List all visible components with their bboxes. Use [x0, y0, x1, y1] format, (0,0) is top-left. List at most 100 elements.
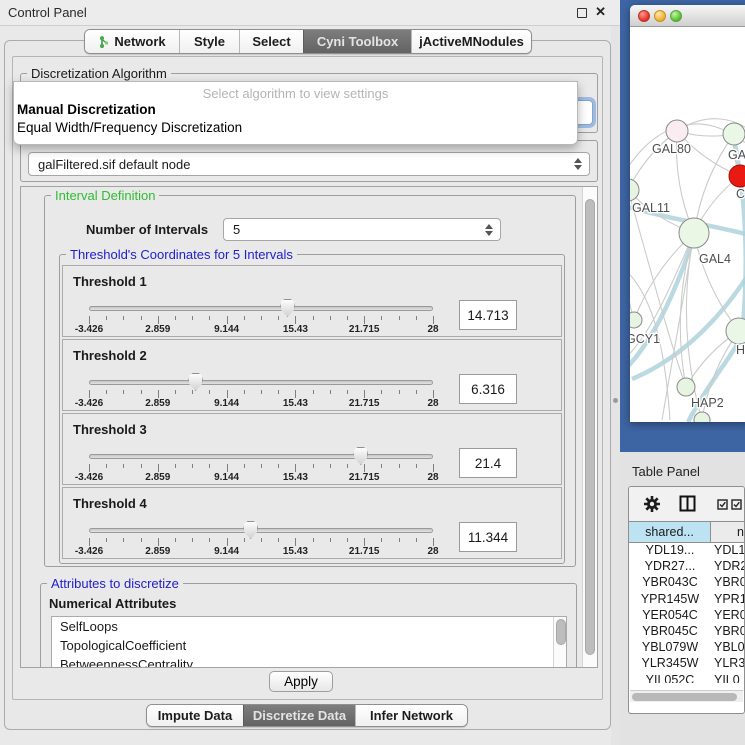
- gear-icon[interactable]: [643, 495, 661, 513]
- table-row[interactable]: YLR345WYLR3: [629, 656, 745, 672]
- attributes-list[interactable]: SelfLoopsTopologicalCoefficientBetweenne…: [51, 616, 567, 668]
- attribute-list-item[interactable]: TopologicalCoefficient: [52, 636, 566, 655]
- cell-name[interactable]: YBR0: [711, 624, 745, 640]
- threshold-panel-1: Threshold 1-3.4262.8599.14415.4321.71528…: [62, 265, 562, 337]
- table-horizontal-scrollbar[interactable]: [630, 690, 743, 702]
- split-pane-divider[interactable]: [611, 26, 620, 745]
- attribute-list-item[interactable]: BetweennessCentrality: [52, 655, 566, 668]
- slider-track[interactable]: [89, 454, 433, 459]
- scrollbar-thumb[interactable]: [585, 199, 595, 655]
- table-row[interactable]: YBR043CYBR0: [629, 575, 745, 591]
- tab-label: Cyni Toolbox: [317, 34, 398, 49]
- float-window-icon[interactable]: [577, 8, 587, 18]
- network-canvas[interactable]: GAL80GACGAL11GAL4GCY1HHAP2: [630, 27, 745, 422]
- attributes-scrollbar[interactable]: [553, 617, 566, 668]
- minimize-traffic-icon[interactable]: [654, 10, 666, 22]
- slider-thumb[interactable]: [243, 521, 258, 539]
- node-hap2[interactable]: [677, 378, 695, 396]
- slider-tick: [158, 464, 159, 472]
- column-header-name[interactable]: n: [711, 521, 745, 543]
- table-row[interactable]: YDL19...YDL1: [629, 543, 745, 559]
- slider-tick: [244, 538, 245, 542]
- tab-select[interactable]: Select: [239, 30, 303, 53]
- algorithm-option[interactable]: Manual Discretization: [14, 101, 577, 119]
- column-layout-icon[interactable]: [679, 495, 696, 512]
- tab-cyni-toolbox[interactable]: Cyni Toolbox: [303, 30, 411, 53]
- node-bottom[interactable]: [694, 412, 710, 422]
- table-row[interactable]: YIL052CYIL0: [629, 673, 745, 684]
- tab-network[interactable]: Network: [85, 30, 179, 53]
- tab-impute-data[interactable]: Impute Data: [147, 705, 243, 726]
- scrollbar-thumb[interactable]: [556, 619, 566, 645]
- cell-name[interactable]: YDR2: [711, 559, 745, 575]
- slider-thumb[interactable]: [280, 299, 295, 317]
- network-window-titlebar[interactable]: [630, 5, 745, 27]
- tab-style[interactable]: Style: [179, 30, 239, 53]
- table-row[interactable]: YDR27...YDR2: [629, 559, 745, 575]
- tab-label: jActiveMNodules: [419, 34, 524, 49]
- checkbox-checked-icon[interactable]: [731, 499, 742, 510]
- threshold-value-field[interactable]: 14.713: [459, 300, 517, 330]
- column-header-shared-name[interactable]: shared...: [629, 521, 711, 543]
- cell-shared-name[interactable]: YBR043C: [629, 575, 711, 591]
- cell-name[interactable]: YBR0: [711, 575, 745, 591]
- algorithm-option[interactable]: Equal Width/Frequency Discretization: [14, 119, 577, 137]
- node-gal4[interactable]: [679, 218, 709, 248]
- zoom-traffic-icon[interactable]: [670, 10, 682, 22]
- cell-name[interactable]: YER0: [711, 608, 745, 624]
- close-traffic-icon[interactable]: [638, 10, 650, 22]
- table-row[interactable]: YBL079WYBL0: [629, 640, 745, 656]
- cell-name[interactable]: YIL0: [711, 673, 745, 684]
- tab-discretize-data[interactable]: Discretize Data: [243, 705, 355, 726]
- tab-infer-network[interactable]: Infer Network: [355, 705, 467, 726]
- cell-shared-name[interactable]: YPR145W: [629, 592, 711, 608]
- node-gal80[interactable]: [666, 120, 688, 142]
- node-gcy1[interactable]: [630, 312, 642, 328]
- slider-thumb[interactable]: [188, 373, 203, 391]
- num-intervals-combo[interactable]: 5: [223, 218, 501, 241]
- cell-name[interactable]: YPR1: [711, 592, 745, 608]
- node-gal11[interactable]: [630, 179, 639, 201]
- slider-tick: [106, 316, 107, 320]
- threshold-value-field[interactable]: 6.316: [459, 374, 517, 404]
- slider-track[interactable]: [89, 380, 433, 385]
- slider-tick: [158, 316, 159, 324]
- cell-shared-name[interactable]: YLR345W: [629, 656, 711, 672]
- cell-shared-name[interactable]: YDR27...: [629, 559, 711, 575]
- node-top-right[interactable]: [723, 123, 745, 145]
- checkbox-checked-icon[interactable]: [717, 499, 728, 510]
- slider-track[interactable]: [89, 306, 433, 311]
- slider-track[interactable]: [89, 528, 433, 533]
- algorithm-placeholder: Select algorithm to view settings: [14, 82, 577, 101]
- cell-shared-name[interactable]: YDL19...: [629, 543, 711, 559]
- cell-shared-name[interactable]: YBR045C: [629, 624, 711, 640]
- slider-tick-label: 28: [403, 546, 463, 557]
- slider-tick: [106, 538, 107, 542]
- close-icon[interactable]: ✕: [595, 4, 606, 20]
- network-window[interactable]: GAL80GACGAL11GAL4GCY1HHAP2: [630, 5, 745, 422]
- scrollbar-thumb[interactable]: [632, 693, 737, 701]
- node-label-gcy1: GCY1: [630, 332, 660, 346]
- slider-tick-label: -3.426: [59, 398, 119, 409]
- cell-shared-name[interactable]: YER054C: [629, 608, 711, 624]
- cell-name[interactable]: YBL0: [711, 640, 745, 656]
- table-data-combo[interactable]: galFiltered.sif default node: [28, 152, 590, 176]
- table-row[interactable]: YPR145WYPR1: [629, 592, 745, 608]
- slider-thumb[interactable]: [353, 447, 368, 465]
- slider-tick: [192, 538, 193, 542]
- settings-vertical-scrollbar[interactable]: [582, 187, 597, 667]
- threshold-panel-3: Threshold 3-3.4262.8599.14415.4321.71528…: [62, 413, 562, 485]
- cell-name[interactable]: YDL1: [711, 543, 745, 559]
- slider-tick-label: 9.144: [197, 546, 257, 557]
- threshold-value-field[interactable]: 11.344: [459, 522, 517, 552]
- cell-name[interactable]: YLR3: [711, 656, 745, 672]
- cell-shared-name[interactable]: YIL052C: [629, 673, 711, 684]
- node-h[interactable]: [726, 318, 745, 344]
- threshold-value-field[interactable]: 21.4: [459, 448, 517, 478]
- table-row[interactable]: YER054CYER0: [629, 608, 745, 624]
- apply-button[interactable]: Apply: [269, 671, 333, 692]
- cell-shared-name[interactable]: YBL079W: [629, 640, 711, 656]
- table-row[interactable]: YBR045CYBR0: [629, 624, 745, 640]
- tab-jactivemnodules[interactable]: jActiveMNodules: [411, 30, 531, 53]
- attribute-list-item[interactable]: SelfLoops: [52, 617, 566, 636]
